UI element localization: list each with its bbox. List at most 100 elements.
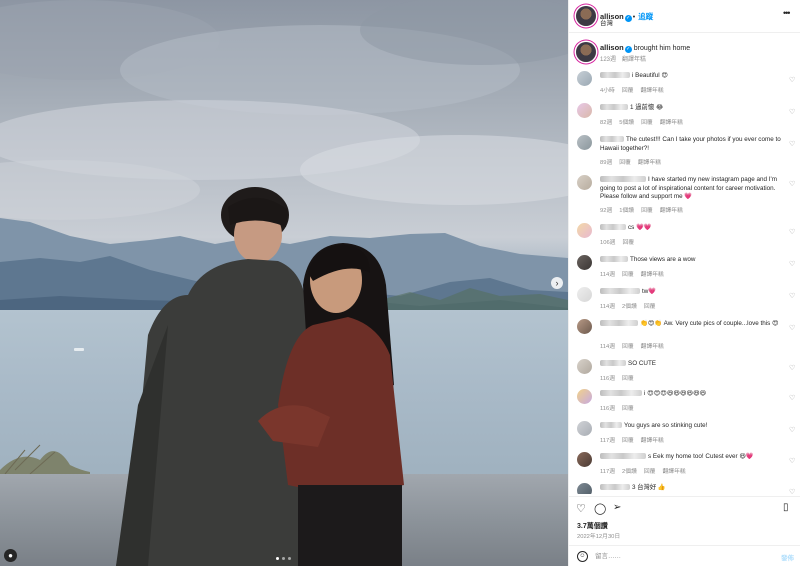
commenter-avatar[interactable] xyxy=(577,135,592,150)
author-avatar[interactable] xyxy=(576,6,596,26)
comment-like-heart-icon[interactable]: ♡ xyxy=(789,324,795,332)
translate-link[interactable]: 翻譯年糕 xyxy=(662,469,685,475)
comment-time[interactable]: 114週 xyxy=(600,344,615,350)
comment-like-heart-icon[interactable]: ♡ xyxy=(789,488,795,494)
comment-time[interactable]: 117週 xyxy=(600,469,615,475)
translate-link[interactable]: 翻譯年糕 xyxy=(660,120,683,126)
translate-link[interactable]: 翻譯年糕 xyxy=(641,344,664,350)
comment-like-heart-icon[interactable]: ♡ xyxy=(789,108,795,116)
commenter-avatar[interactable] xyxy=(577,452,592,467)
reply-button[interactable]: 回覆 xyxy=(622,272,634,278)
post-date[interactable]: 2022年12月30日 xyxy=(577,531,620,540)
comment-like-heart-icon[interactable]: ♡ xyxy=(789,180,795,188)
heart-icon[interactable]: ♡ xyxy=(576,502,586,515)
verified-icon: ✓ xyxy=(624,15,632,22)
comment-like-heart-icon[interactable]: ♡ xyxy=(789,228,795,236)
like-count[interactable]: 1個讚 xyxy=(619,208,634,214)
like-count[interactable]: 2個讚 xyxy=(622,304,637,310)
commenter-avatar[interactable] xyxy=(577,255,592,270)
comment-like-heart-icon[interactable]: ♡ xyxy=(789,292,795,300)
tagged-users-button[interactable]: ● xyxy=(4,549,17,562)
post-comment-button[interactable]: 發佈 xyxy=(781,552,794,562)
boat xyxy=(74,348,84,351)
translate-link[interactable]: 翻譯年糕 xyxy=(638,160,661,166)
reply-button[interactable]: 回覆 xyxy=(641,208,653,214)
comment-line: i 😍😍😍😆😆😆😆😆😆 xyxy=(600,390,782,399)
user-tag-icon: ● xyxy=(8,551,13,560)
comment-text: cs 💗💗 xyxy=(628,224,652,231)
comment-input[interactable] xyxy=(595,549,765,563)
like-count[interactable]: 2個讚 xyxy=(622,469,637,475)
commenter-avatar[interactable] xyxy=(577,359,592,374)
comment-time[interactable]: 106週 xyxy=(600,240,615,246)
redacted-username xyxy=(600,224,626,231)
reply-button[interactable]: 回覆 xyxy=(622,438,634,444)
post-photo[interactable]: › ● xyxy=(0,0,568,566)
translate-link[interactable]: 翻譯年糕 xyxy=(660,208,683,214)
commenter-avatar[interactable] xyxy=(577,223,592,238)
reply-button[interactable]: 回覆 xyxy=(622,406,634,412)
redacted-username xyxy=(600,288,640,295)
caption-avatar[interactable] xyxy=(576,42,596,62)
comment-like-heart-icon[interactable]: ♡ xyxy=(789,364,795,372)
reply-button[interactable]: 回覆 xyxy=(622,344,634,350)
comment-like-heart-icon[interactable]: ♡ xyxy=(789,457,795,465)
reply-button[interactable]: 回覆 xyxy=(622,88,634,94)
carousel-indicator xyxy=(276,557,291,560)
comment-like-heart-icon[interactable]: ♡ xyxy=(789,260,795,268)
comment-icon[interactable]: ◯ xyxy=(594,502,606,515)
commenter-avatar[interactable] xyxy=(577,389,592,404)
comment-time[interactable]: 117週 xyxy=(600,438,615,444)
commenter-avatar[interactable] xyxy=(577,421,592,436)
redacted-username xyxy=(600,453,646,460)
comment-like-heart-icon[interactable]: ♡ xyxy=(789,426,795,434)
translate-link[interactable]: 翻譯年糕 xyxy=(641,438,664,444)
comment-time[interactable]: 92週 xyxy=(600,208,612,214)
comment-line: Those views are a wow xyxy=(600,256,782,265)
comment-time[interactable]: 82週 xyxy=(600,120,612,126)
reply-button[interactable]: 回覆 xyxy=(644,304,656,310)
next-photo-button[interactable]: › xyxy=(551,277,563,289)
comment-like-heart-icon[interactable]: ♡ xyxy=(789,140,795,148)
caption-time[interactable]: 123週 xyxy=(600,57,616,63)
comment-meta: 116週 回覆 xyxy=(600,403,641,412)
likes-count[interactable]: 3.7萬個讚 xyxy=(577,521,608,531)
comment-line: You guys are so stinking cute! xyxy=(600,422,782,431)
bookmark-icon[interactable]: ▯ xyxy=(783,502,789,513)
comments-list[interactable]: i Beautiful 😍 4小時 回覆 翻譯年糕 ♡ 1 過前懷 😂 82週 5個讚… xyxy=(569,69,800,494)
reply-button[interactable]: 回覆 xyxy=(619,160,631,166)
reply-button[interactable]: 回覆 xyxy=(641,120,653,126)
comment-time[interactable]: 114週 xyxy=(600,304,615,310)
separator-dot: • xyxy=(632,14,636,21)
commenter-avatar[interactable] xyxy=(577,483,592,494)
follow-button[interactable]: 追蹤 xyxy=(638,12,653,21)
emoji-icon[interactable]: ☺ xyxy=(577,551,588,562)
more-options-icon[interactable]: ••• xyxy=(783,8,791,18)
like-count[interactable]: 5個讚 xyxy=(619,120,634,126)
translate-link[interactable]: 翻譯年糕 xyxy=(641,272,664,278)
comment-like-heart-icon[interactable]: ♡ xyxy=(789,76,795,84)
reply-button[interactable]: 回覆 xyxy=(622,376,634,382)
commenter-avatar[interactable] xyxy=(577,287,592,302)
reply-button[interactable]: 回覆 xyxy=(644,469,656,475)
commenter-avatar[interactable] xyxy=(577,319,592,334)
commenter-avatar[interactable] xyxy=(577,71,592,86)
comment-meta: 92週 1個讚 回覆 翻譯年糕 xyxy=(600,205,690,214)
comment-time[interactable]: 114週 xyxy=(600,272,615,278)
comment-time[interactable]: 116週 xyxy=(600,406,615,412)
caption-username[interactable]: allison xyxy=(600,43,624,52)
comment-time[interactable]: 4小時 xyxy=(600,88,615,94)
share-icon[interactable]: ➢ xyxy=(613,502,621,513)
comment-text: The cutest!!! Can I take your photos if … xyxy=(600,136,781,152)
caption-meta: 123週 翻譯年糕 xyxy=(600,54,652,63)
translate-link[interactable]: 翻譯年糕 xyxy=(640,88,663,94)
caption-translate-link[interactable]: 翻譯年糕 xyxy=(622,57,646,63)
comment-like-heart-icon[interactable]: ♡ xyxy=(789,394,795,402)
commenter-avatar[interactable] xyxy=(577,103,592,118)
comment-line: SO CUTE xyxy=(600,360,782,369)
comment-time[interactable]: 89週 xyxy=(600,160,612,166)
commenter-avatar[interactable] xyxy=(577,175,592,190)
reply-button[interactable]: 回覆 xyxy=(622,240,634,246)
post-location[interactable]: 台灣 xyxy=(600,17,613,27)
comment-time[interactable]: 116週 xyxy=(600,376,615,382)
